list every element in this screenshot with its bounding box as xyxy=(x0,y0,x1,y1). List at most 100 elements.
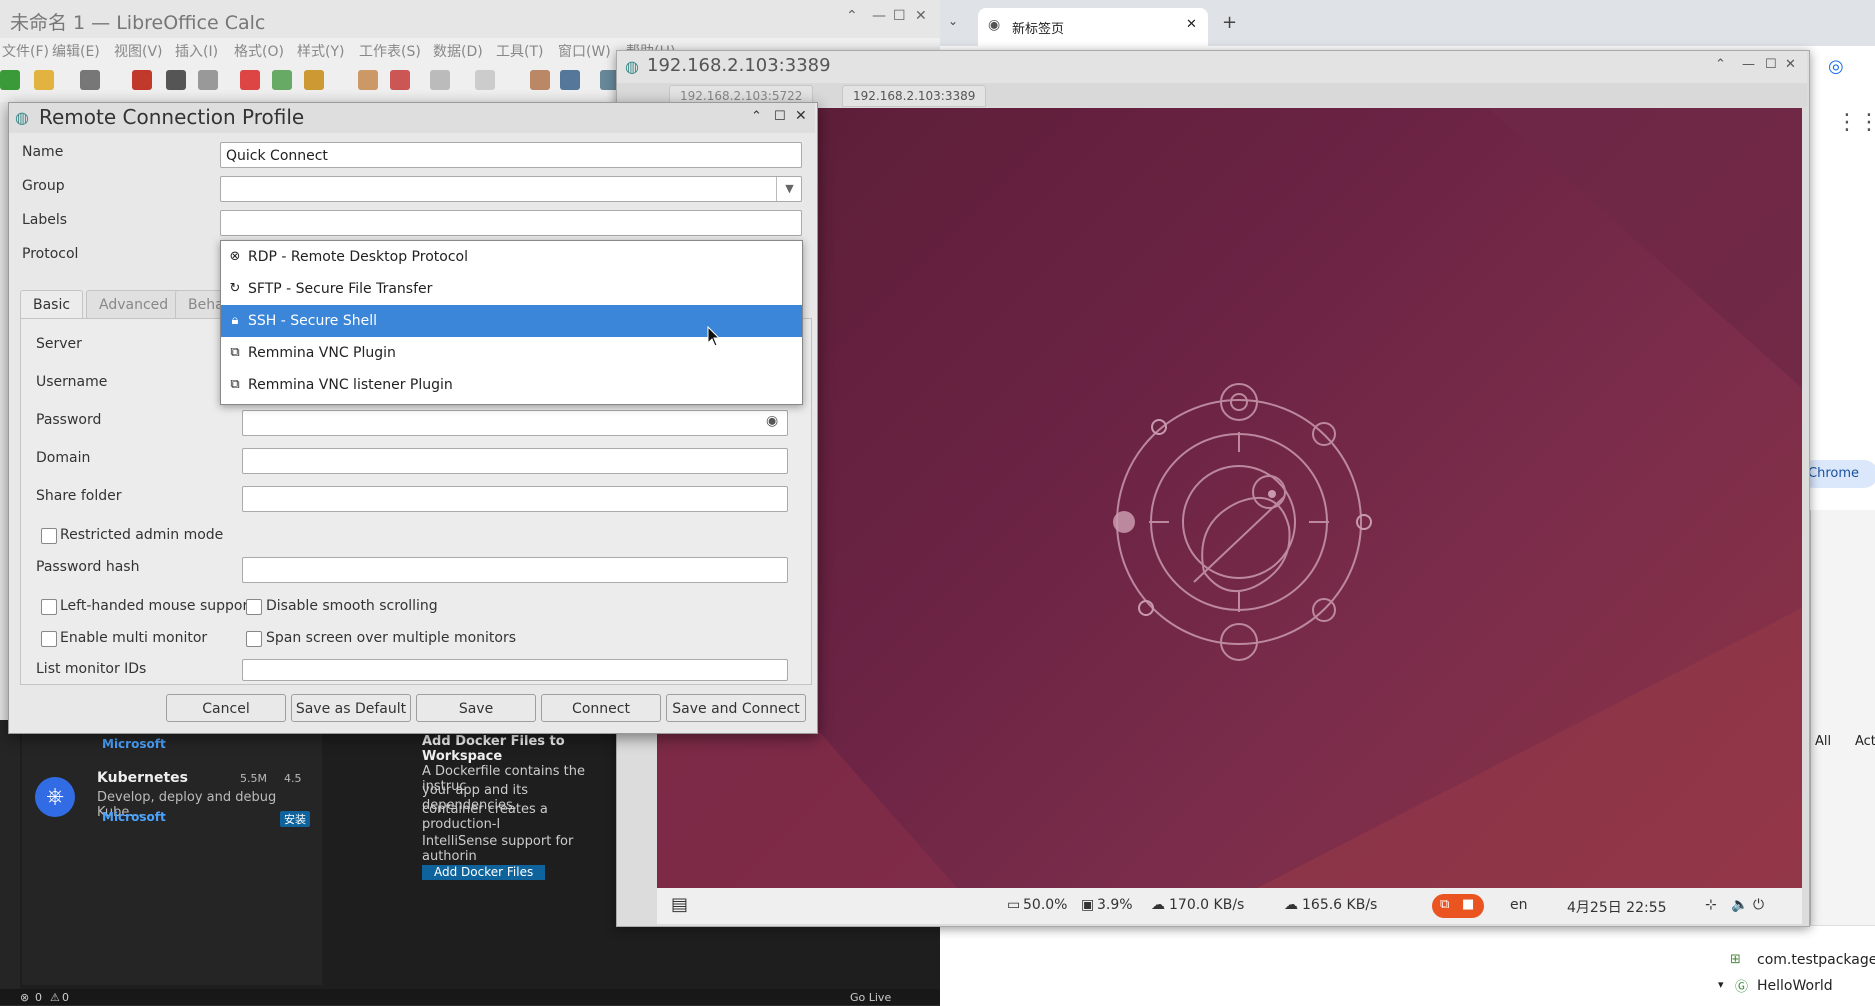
cancel-button[interactable]: Cancel xyxy=(166,694,286,722)
tree-package[interactable]: com.testpackage xyxy=(1757,952,1875,968)
clock[interactable]: 4月25日 22:55 xyxy=(1567,897,1667,917)
menu-sheet[interactable]: 工作表(S) xyxy=(359,41,421,61)
protocol-option-sftp[interactable]: ↻ SFTP - Secure File Transfer xyxy=(221,273,802,305)
connect-button[interactable]: Connect xyxy=(541,694,661,722)
all-label[interactable]: All xyxy=(1815,734,1831,749)
save-as-default-button[interactable]: Save as Default xyxy=(291,694,411,722)
screen-record-indicator[interactable]: ⧉ ■ xyxy=(1432,894,1484,918)
menu-view[interactable]: 视图(V) xyxy=(114,41,163,61)
open-icon[interactable] xyxy=(34,70,54,90)
password-field[interactable] xyxy=(242,410,788,436)
labels-field[interactable] xyxy=(220,210,802,236)
minimize-icon[interactable]: ⌃ xyxy=(846,8,858,24)
rdp-icon: ⊗ xyxy=(229,249,241,264)
paste-icon[interactable] xyxy=(304,70,324,90)
pdf-icon[interactable] xyxy=(132,70,152,90)
menu-file[interactable]: 文件(F) xyxy=(2,41,49,61)
menu-window[interactable]: 窗口(W) xyxy=(558,41,611,61)
act-label[interactable]: Act xyxy=(1855,734,1875,749)
chevron-down-icon[interactable]: ▼ xyxy=(776,177,802,201)
server-label: Server xyxy=(36,336,82,352)
maximize-icon[interactable]: ☐ xyxy=(893,8,906,24)
dialog-title: Remote Connection Profile xyxy=(39,105,305,129)
left-handed-label: Left-handed mouse support xyxy=(60,598,254,614)
print-icon[interactable] xyxy=(166,70,186,90)
error-count[interactable]: 0 xyxy=(35,991,42,1004)
maximize-icon[interactable]: ☐ xyxy=(774,109,786,124)
tree-class[interactable]: HelloWorld xyxy=(1757,978,1833,994)
chrome-icon: ◉ xyxy=(988,17,1001,33)
shade-icon[interactable]: ⌃ xyxy=(751,109,762,124)
menu-tools[interactable]: 工具(T) xyxy=(496,41,543,61)
input-language[interactable]: en xyxy=(1510,897,1528,913)
network-icon[interactable]: ⊹ xyxy=(1705,897,1717,913)
spellcheck-icon[interactable] xyxy=(560,70,580,90)
close-icon[interactable]: ✕ xyxy=(1785,57,1796,72)
copy-icon[interactable] xyxy=(272,70,292,90)
eye-icon[interactable]: ◉ xyxy=(766,413,778,429)
close-icon[interactable]: ✕ xyxy=(915,8,927,24)
add-docker-files-button[interactable]: Add Docker Files xyxy=(422,865,546,880)
protocol-option-rdp[interactable]: ⊗ RDP - Remote Desktop Protocol xyxy=(221,241,802,273)
domain-field[interactable] xyxy=(242,448,788,474)
tab-basic[interactable]: Basic xyxy=(20,290,84,319)
warning-count[interactable]: 0 xyxy=(62,991,69,1004)
find-icon[interactable] xyxy=(530,70,550,90)
remmina-titlebar: ◍ 192.168.2.103:3389 ⌃ — ☐ ✕ xyxy=(617,51,1807,83)
expand-icon[interactable]: ▾ xyxy=(1718,978,1724,991)
multi-monitor-checkbox[interactable] xyxy=(41,631,57,647)
menu-insert[interactable]: 插入(I) xyxy=(175,41,218,61)
ext-publisher-top: Microsoft xyxy=(102,737,166,751)
vnc-icon: ⧉ xyxy=(230,345,240,360)
menu-data[interactable]: 数据(D) xyxy=(433,41,483,61)
minimize-icon[interactable]: — xyxy=(1742,57,1755,72)
save-icon[interactable] xyxy=(80,70,100,90)
undo-icon[interactable] xyxy=(430,70,450,90)
power-icon[interactable]: ⏻ xyxy=(1753,897,1764,913)
span-screen-checkbox[interactable] xyxy=(246,631,262,647)
net-down: 170.0 KB/s xyxy=(1169,897,1245,913)
profile-icon[interactable]: ◎ xyxy=(1828,56,1844,77)
protocol-dropdown[interactable]: ⊗ RDP - Remote Desktop Protocol ↻ SFTP -… xyxy=(220,240,803,405)
close-icon[interactable]: ✕ xyxy=(795,108,807,124)
save-button[interactable]: Save xyxy=(416,694,536,722)
group-combo[interactable] xyxy=(220,176,802,202)
chrome-tab-newtab[interactable]: ◉ 新标签页 ✕ xyxy=(978,8,1208,46)
tab-advanced[interactable]: Advanced xyxy=(86,290,182,319)
new-tab-button[interactable]: + xyxy=(1222,12,1237,33)
monitor-ids-field[interactable] xyxy=(242,659,788,681)
save-and-connect-button[interactable]: Save and Connect xyxy=(666,694,806,722)
volume-icon[interactable]: 🔈 xyxy=(1731,897,1748,913)
redo-icon[interactable] xyxy=(475,70,495,90)
apps-grid-icon[interactable]: ⋮⋮ xyxy=(1836,110,1875,135)
name-field[interactable]: Quick Connect xyxy=(220,142,802,168)
close-tab-icon[interactable]: ✕ xyxy=(1186,17,1197,32)
apps-layout-icon[interactable]: ▤ xyxy=(671,894,688,915)
restricted-admin-checkbox[interactable] xyxy=(41,528,57,544)
go-live-button[interactable]: Go Live xyxy=(850,991,891,1004)
ext-name[interactable]: Kubernetes xyxy=(97,770,188,786)
cut-icon[interactable] xyxy=(240,70,260,90)
install-button[interactable]: 安装 xyxy=(280,811,310,827)
error-icon: ⊗ xyxy=(20,991,30,1004)
remote-desktop[interactable] xyxy=(657,108,1802,888)
menu-edit[interactable]: 编辑(E) xyxy=(52,41,100,61)
share-folder-field[interactable] xyxy=(242,486,788,512)
maximize-icon[interactable]: ☐ xyxy=(1765,57,1777,72)
menu-format[interactable]: 格式(O) xyxy=(234,41,284,61)
clone-icon[interactable] xyxy=(358,70,378,90)
chrome-chip[interactable]: Chrome xyxy=(1800,460,1875,488)
password-hash-field[interactable] xyxy=(242,557,788,583)
shade-icon[interactable]: ⌃ xyxy=(1715,57,1726,72)
remmina-tab-3389[interactable]: 192.168.2.103:3389 xyxy=(842,85,987,107)
cpu-icon: ▭ xyxy=(1007,897,1021,913)
new-icon[interactable] xyxy=(0,70,20,90)
left-handed-checkbox[interactable] xyxy=(41,599,57,615)
disable-smooth-checkbox[interactable] xyxy=(246,599,262,615)
menu-style[interactable]: 样式(Y) xyxy=(297,41,344,61)
clear-icon[interactable] xyxy=(390,70,410,90)
protocol-option-vnc-listener[interactable]: ⧉ Remmina VNC listener Plugin xyxy=(221,369,802,401)
tab-search-icon[interactable]: ⌄ xyxy=(948,14,958,28)
minimize-icon-2[interactable]: — xyxy=(872,8,886,24)
preview-icon[interactable] xyxy=(198,70,218,90)
